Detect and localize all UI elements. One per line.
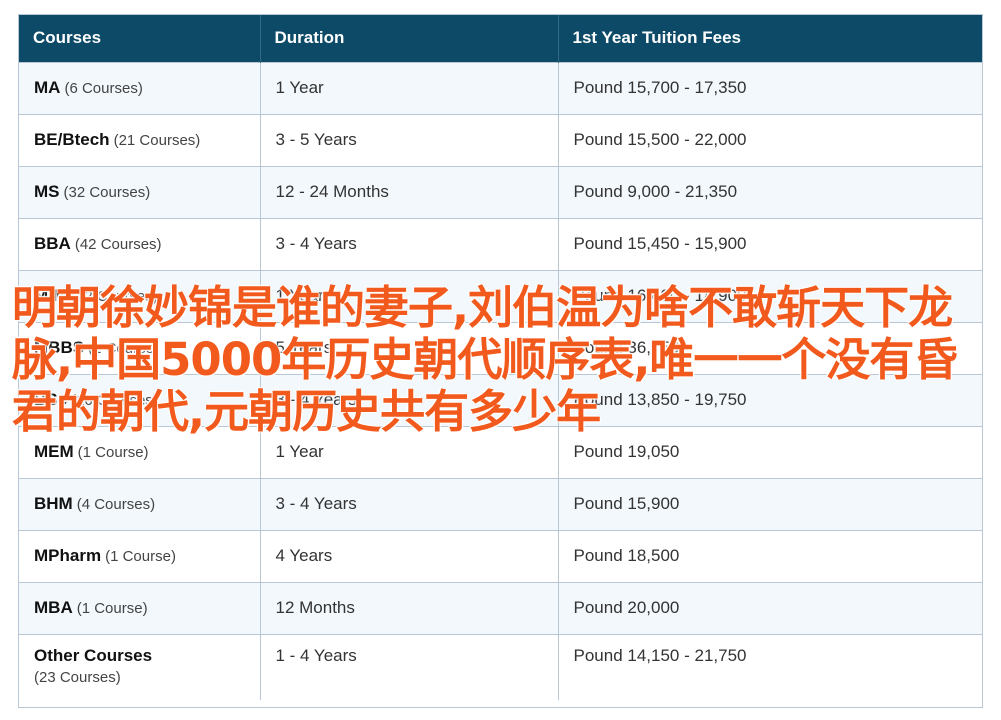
header-fees: 1st Year Tuition Fees — [558, 15, 982, 62]
course-count: (42 Courses) — [74, 236, 162, 253]
duration-cell: 1 - 4 Years — [260, 633, 559, 700]
course-count: (6 Courses) — [64, 80, 143, 97]
header-duration: Duration — [260, 15, 559, 62]
course-count: (32 Courses) — [63, 184, 151, 201]
table-row: MA (6 Courses) 1 Year Pound 15,700 - 17,350 — [19, 61, 982, 114]
course-name: MS — [34, 182, 60, 201]
course-count: (1 Course) — [77, 444, 149, 461]
course-count: (4 Courses) — [76, 496, 156, 513]
table-row: BHM (4 Courses) 3 - 4 Years Pound 15,900 — [19, 477, 982, 530]
table-row: MS (32 Courses) 12 - 24 Months Pound 9,000 … — [19, 165, 982, 218]
course-cell: Other Courses (23 Courses) — [19, 633, 261, 700]
fee-cell: Pound 20,000 — [558, 581, 982, 634]
header-courses: Courses — [19, 15, 261, 62]
course-name: MPharm — [34, 546, 102, 565]
fee-cell: Pound 15,900 — [558, 477, 982, 530]
course-cell: BE/Btech (21 Courses) — [19, 113, 261, 166]
course-cell: MBA (1 Course) — [19, 581, 261, 634]
table-row: BBA (42 Courses) 3 - 4 Years Pound 15,450 -… — [19, 217, 982, 270]
course-cell: MS (32 Courses) — [19, 165, 261, 218]
fee-cell: Pound 9,000 - 21,350 — [558, 165, 982, 218]
course-cell: MPharm (1 Course) — [19, 529, 261, 582]
course-name: BHM — [34, 494, 73, 513]
table-row: BE/Btech (21 Courses) 3 - 5 Years Pound 15,… — [19, 113, 982, 166]
course-name: MA — [34, 78, 61, 97]
course-name: BBA — [34, 234, 71, 253]
fee-cell: Pound 15,450 - 15,900 — [558, 217, 982, 270]
overlay-headline: 明朝徐妙锦是谁的妻子,刘伯温为啥不敢斩天下龙脉,中国5000年历史朝代顺序表,唯… — [12, 281, 958, 438]
course-count: (1 Course) — [105, 548, 176, 565]
course-cell: BHM (4 Courses) — [19, 477, 261, 530]
duration-cell: 12 Months — [260, 581, 559, 634]
course-count: (21 Courses) — [113, 132, 201, 149]
table-row: Other Courses (23 Courses) 1 - 4 Years Poun… — [19, 633, 982, 700]
course-name: Other Courses — [34, 645, 153, 665]
table-row: MBA (1 Course) 12 Months Pound 20,000 — [19, 581, 982, 634]
course-cell: BBA (42 Courses) — [19, 217, 261, 270]
duration-cell: 3 - 5 Years — [260, 113, 559, 166]
fee-cell: Pound 15,500 - 22,000 — [558, 113, 982, 166]
fee-cell: Pound 14,150 - 21,750 — [558, 633, 982, 700]
table-row: MPharm (1 Course) 4 Years Pound 18,500 — [19, 529, 982, 582]
course-name: BE/Btech — [34, 130, 110, 149]
course-count: (23 Courses) — [34, 668, 121, 686]
course-name: MBA — [34, 598, 73, 617]
course-name: MEM — [34, 442, 74, 461]
duration-cell: 3 - 4 Years — [260, 217, 559, 270]
course-count: (1 Course) — [76, 600, 148, 617]
duration-cell: 3 - 4 Years — [260, 477, 559, 530]
table-header: Courses Duration 1st Year Tuition Fees — [19, 15, 982, 62]
duration-cell: 4 Years — [260, 529, 559, 582]
header-row: Courses Duration 1st Year Tuition Fees — [19, 15, 982, 62]
fee-cell: Pound 15,700 - 17,350 — [558, 61, 982, 114]
duration-cell: 12 - 24 Months — [260, 165, 559, 218]
duration-cell: 1 Year — [260, 61, 559, 114]
fee-cell: Pound 18,500 — [558, 529, 982, 582]
course-cell: MA (6 Courses) — [19, 61, 261, 114]
